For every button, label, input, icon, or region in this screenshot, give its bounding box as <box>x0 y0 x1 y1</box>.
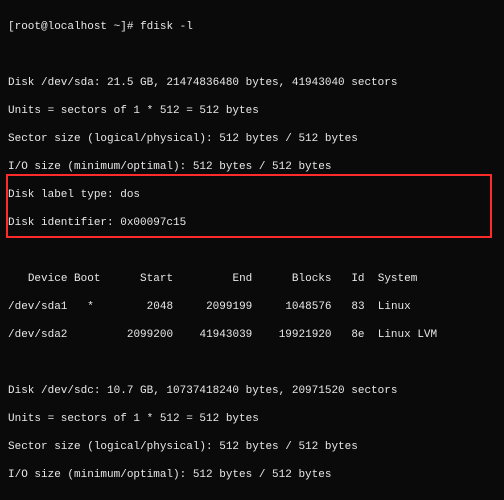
col-start: Start <box>140 273 173 285</box>
blank <box>8 496 496 500</box>
part-sda1: /dev/sda1 * 2048 2099199 1048576 83 Linu… <box>8 300 496 314</box>
part-system: Linux LVM <box>378 329 437 341</box>
disk-sda-ident: Disk identifier: 0x00097c15 <box>8 216 496 230</box>
terminal-window[interactable]: [root@localhost ~]# fdisk -l Disk /dev/s… <box>0 0 504 500</box>
part-system: Linux <box>378 301 411 313</box>
part-dev: /dev/sda1 <box>8 301 67 313</box>
blank <box>8 48 496 62</box>
disk-sda-io: I/O size (minimum/optimal): 512 bytes / … <box>8 160 496 174</box>
col-device: Device <box>28 273 68 285</box>
part-boot: * <box>87 301 94 313</box>
disk-sdc-sector: Sector size (logical/physical): 512 byte… <box>8 440 496 454</box>
part-start: 2099200 <box>127 329 173 341</box>
disk-sdc-units: Units = sectors of 1 * 512 = 512 bytes <box>8 412 496 426</box>
prompt-line-1: [root@localhost ~]# fdisk -l <box>8 20 496 34</box>
disk-sdc-io: I/O size (minimum/optimal): 512 bytes / … <box>8 468 496 482</box>
part-end: 2099199 <box>206 301 252 313</box>
prompt-user: [root@localhost <box>8 21 107 33</box>
part-header-sda: Device Boot Start End Blocks Id System <box>8 272 496 286</box>
part-blocks: 1048576 <box>285 301 331 313</box>
part-id: 8e <box>351 329 364 341</box>
blank <box>8 356 496 370</box>
disk-sda-units: Units = sectors of 1 * 512 = 512 bytes <box>8 104 496 118</box>
col-system: System <box>378 273 418 285</box>
part-end: 41943039 <box>199 329 252 341</box>
prompt-path: ~]# <box>114 21 134 33</box>
disk-sda-header: Disk /dev/sda: 21.5 GB, 21474836480 byte… <box>8 76 496 90</box>
disk-sda-sector: Sector size (logical/physical): 512 byte… <box>8 132 496 146</box>
part-id: 83 <box>351 301 364 313</box>
part-blocks: 19921920 <box>279 329 332 341</box>
col-blocks: Blocks <box>292 273 332 285</box>
part-start: 2048 <box>147 301 173 313</box>
disk-sda-label: Disk label type: dos <box>8 188 496 202</box>
col-id: Id <box>351 273 364 285</box>
part-dev: /dev/sda2 <box>8 329 67 341</box>
col-end: End <box>232 273 252 285</box>
col-boot: Boot <box>74 273 100 285</box>
blank <box>8 244 496 258</box>
part-sda2: /dev/sda2 2099200 41943039 19921920 8e L… <box>8 328 496 342</box>
disk-sdc-header: Disk /dev/sdc: 10.7 GB, 10737418240 byte… <box>8 384 496 398</box>
command-fdisk: fdisk -l <box>140 21 193 33</box>
